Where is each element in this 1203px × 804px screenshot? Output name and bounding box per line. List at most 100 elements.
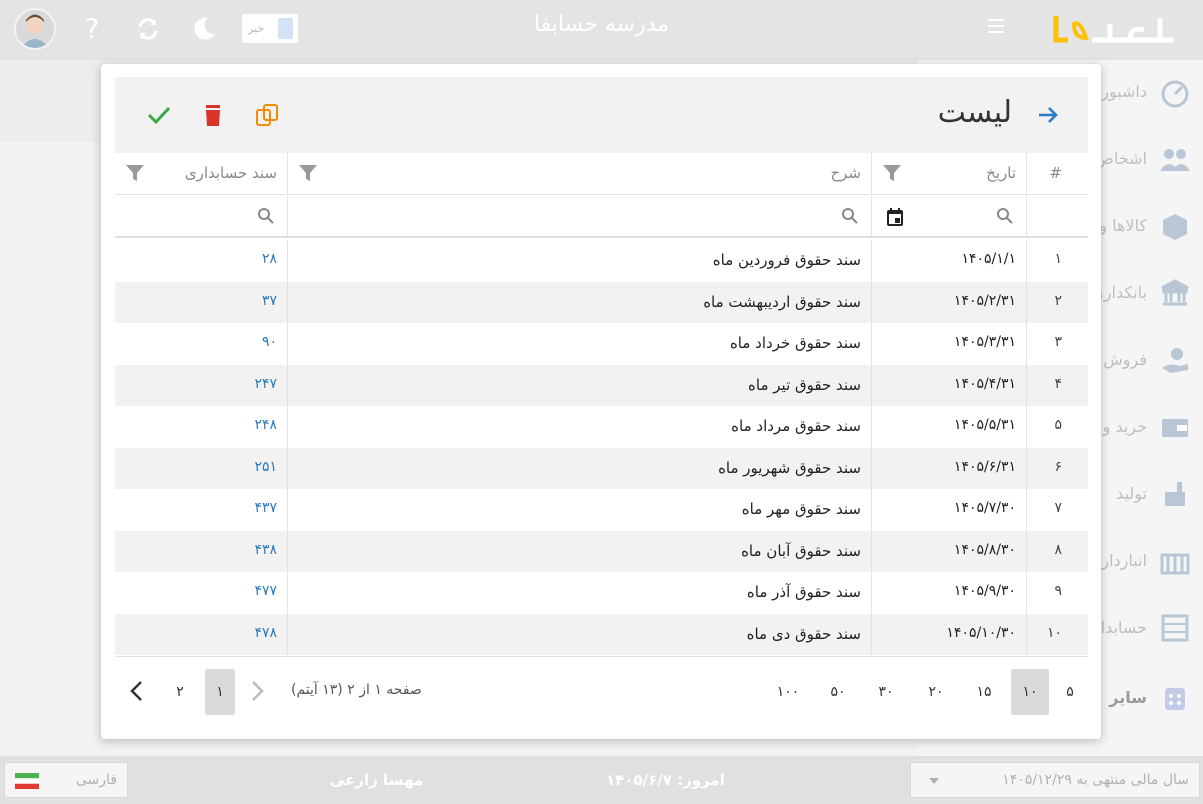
warehouse-icon (1159, 545, 1191, 577)
page-size-10[interactable]: ۱۰ (1011, 669, 1049, 715)
filter-cell-date[interactable] (871, 196, 1026, 236)
page-button-1[interactable]: ۱ (205, 669, 235, 715)
document-link[interactable]: ۴۷۷ (254, 583, 277, 599)
table-row[interactable]: ۴۷۷ سند حقوق آذر ماه ۱۴۰۵/۹/۳۰ ۹ (115, 572, 1088, 614)
description-cell: سند حقوق شهریور ماه (718, 458, 861, 477)
page-size-50[interactable]: ۵۰ (819, 669, 857, 715)
date-cell: ۱۴۰۵/۸/۳۰ (953, 541, 1016, 558)
top-bar: ? خیر مدرسه حسابفا (0, 0, 1203, 60)
page-title: مدرسه حسابفا (533, 12, 670, 37)
document-link[interactable]: ۲۸ (262, 251, 277, 267)
index-cell: ۲ (1054, 292, 1062, 309)
bank-icon (1159, 277, 1191, 309)
filter-cell-index (1026, 196, 1088, 236)
table-row[interactable]: ۴۷۸ سند حقوق دی ماه ۱۴۰۵/۱۰/۳۰ ۱۰ (115, 613, 1088, 655)
table-row[interactable]: ۲۴۷ سند حقوق تیر ماه ۱۴۰۵/۴/۳۱ ۴ (115, 364, 1088, 406)
delete-trash-icon[interactable] (199, 101, 227, 129)
page-size-20[interactable]: ۲۰ (917, 669, 955, 715)
document-link[interactable]: ۴۳۷ (254, 500, 277, 516)
index-cell: ۹ (1054, 583, 1062, 599)
current-user: مهسا زارعی (330, 771, 424, 789)
search-icon (996, 207, 1014, 225)
table-row[interactable]: ۲۸ سند حقوق فروردین ماه ۱۴۰۵/۱/۱ ۱ (115, 240, 1088, 282)
sidebar-item-label: داشبورد (1094, 82, 1147, 101)
document-link[interactable]: ۲۴۷ (254, 376, 277, 392)
filter-input-description[interactable] (288, 196, 871, 236)
table-row[interactable]: ۴۳۷ سند حقوق مهر ماه ۱۴۰۵/۷/۳۰ ۷ (115, 489, 1088, 531)
date-cell: ۱۴۰۵/۶/۳۱ (953, 458, 1016, 475)
language-label: فارسی (75, 772, 117, 788)
description-cell: سند حقوق آبان ماه (741, 541, 861, 560)
document-link[interactable]: ۲۴۸ (254, 417, 277, 433)
document-link[interactable]: ۴۳۸ (254, 542, 277, 558)
page-size-30[interactable]: ۳۰ (867, 669, 905, 715)
document-link[interactable]: ۳۷ (262, 293, 277, 309)
document-link[interactable]: ۹۰ (262, 334, 277, 350)
index-cell: ۴ (1054, 375, 1062, 392)
table-row[interactable]: ۳۷ سند حقوق اردیبهشت ماه ۱۴۰۵/۲/۳۱ ۲ (115, 281, 1088, 323)
date-cell: ۱۴۰۵/۱۰/۳۰ (946, 624, 1016, 641)
index-cell: ۳ (1054, 334, 1062, 350)
table-body: ۲۸ سند حقوق فروردین ماه ۱۴۰۵/۱/۱ ۱ ۳۷ سن… (115, 240, 1088, 655)
description-cell: سند حقوق فروردین ماه (712, 251, 861, 269)
sidebar-item-label: تولید (1116, 484, 1147, 503)
confirm-check-icon[interactable] (145, 101, 173, 129)
column-header-label: شرح (830, 164, 861, 182)
table-header-row: سند حسابداری شرح تاریخ # (115, 153, 1088, 195)
filter-cell-document[interactable] (115, 196, 287, 236)
language-select[interactable]: فارسی (4, 762, 128, 798)
filter-icon[interactable] (298, 164, 318, 182)
description-cell: سند حقوق خرداد ماه (729, 334, 861, 352)
description-cell: سند حقوق مرداد ماه (731, 417, 861, 435)
table-row[interactable]: ۹۰ سند حقوق خرداد ماه ۱۴۰۵/۳/۳۱ ۳ (115, 323, 1088, 365)
column-header-description[interactable]: شرح (287, 153, 871, 194)
page-button-2[interactable]: ۲ (161, 669, 199, 715)
table-row[interactable]: ۴۳۸ سند حقوق آبان ماه ۱۴۰۵/۸/۳۰ ۸ (115, 530, 1088, 572)
fiscal-year-select[interactable]: سال مالی منتهی به ۱۴۰۵/۱۲/۲۹ (910, 762, 1200, 798)
speedometer-icon (1159, 76, 1191, 108)
sales-icon (1159, 344, 1191, 376)
wallet-icon (1159, 411, 1191, 443)
search-icon (841, 207, 859, 225)
column-header-document[interactable]: سند حسابداری (115, 153, 287, 194)
document-link[interactable]: ۴۷۸ (254, 625, 277, 641)
document-link[interactable]: ۲۵۱ (254, 459, 277, 475)
prev-page-chevron-icon[interactable] (247, 679, 267, 703)
column-header-date[interactable]: تاریخ (871, 153, 1026, 194)
column-header-label: سند حسابداری (184, 164, 277, 182)
filter-cell-description[interactable] (287, 196, 871, 236)
page-info: صفحه ۱ از ۲ (۱۳ آیتم) (291, 682, 422, 698)
back-arrow-icon[interactable] (1036, 103, 1060, 127)
filter-icon[interactable] (125, 164, 145, 182)
description-cell: سند حقوق آذر ماه (746, 583, 861, 601)
modal-header: لیست (115, 77, 1088, 153)
date-cell: ۱۴۰۵/۳/۳۱ (953, 334, 1016, 350)
list-modal: لیست سند حسابداری شرح تاریخ # ۲۸ سند حقو… (101, 64, 1101, 739)
filter-icon[interactable] (882, 164, 902, 182)
box-icon (1159, 210, 1191, 242)
modal-title: لیست (937, 95, 1012, 130)
index-cell: ۷ (1054, 500, 1062, 516)
page-size-100[interactable]: ۱۰۰ (769, 669, 807, 715)
pagination-bar: ۲ ۱ صفحه ۱ از ۲ (۱۳ آیتم) ۱۰۰ ۵۰ ۳۰ ۲۰ ۱… (115, 656, 1088, 726)
description-cell: سند حقوق تیر ماه (748, 375, 861, 394)
description-cell: سند حقوق دی ماه (746, 624, 861, 643)
page-size-15[interactable]: ۱۵ (965, 669, 1003, 715)
other-icon (1159, 682, 1191, 714)
table-row[interactable]: ۲۴۸ سند حقوق مرداد ماه ۱۴۰۵/۵/۳۱ ۵ (115, 406, 1088, 448)
copy-icon[interactable] (253, 101, 281, 129)
index-cell: ۵ (1054, 417, 1062, 433)
date-cell: ۱۴۰۵/۷/۳۰ (953, 500, 1016, 516)
sidebar-item-label: سایر (1109, 688, 1147, 707)
chevron-down-icon (929, 778, 939, 784)
people-icon (1159, 143, 1191, 175)
next-page-chevron-icon[interactable] (127, 679, 147, 703)
description-cell: سند حقوق اردیبهشت ماه (703, 292, 861, 311)
sidebar-item-label: خرید و (1102, 417, 1147, 436)
page-size-5[interactable]: ۵ (1051, 669, 1089, 715)
calendar-icon[interactable] (886, 207, 904, 227)
table-row[interactable]: ۲۵۱ سند حقوق شهریور ماه ۱۴۰۵/۶/۳۱ ۶ (115, 447, 1088, 489)
column-header-label: # (1049, 164, 1062, 182)
menu-icon[interactable] (984, 19, 1008, 41)
date-cell: ۱۴۰۵/۴/۳۱ (953, 375, 1016, 392)
